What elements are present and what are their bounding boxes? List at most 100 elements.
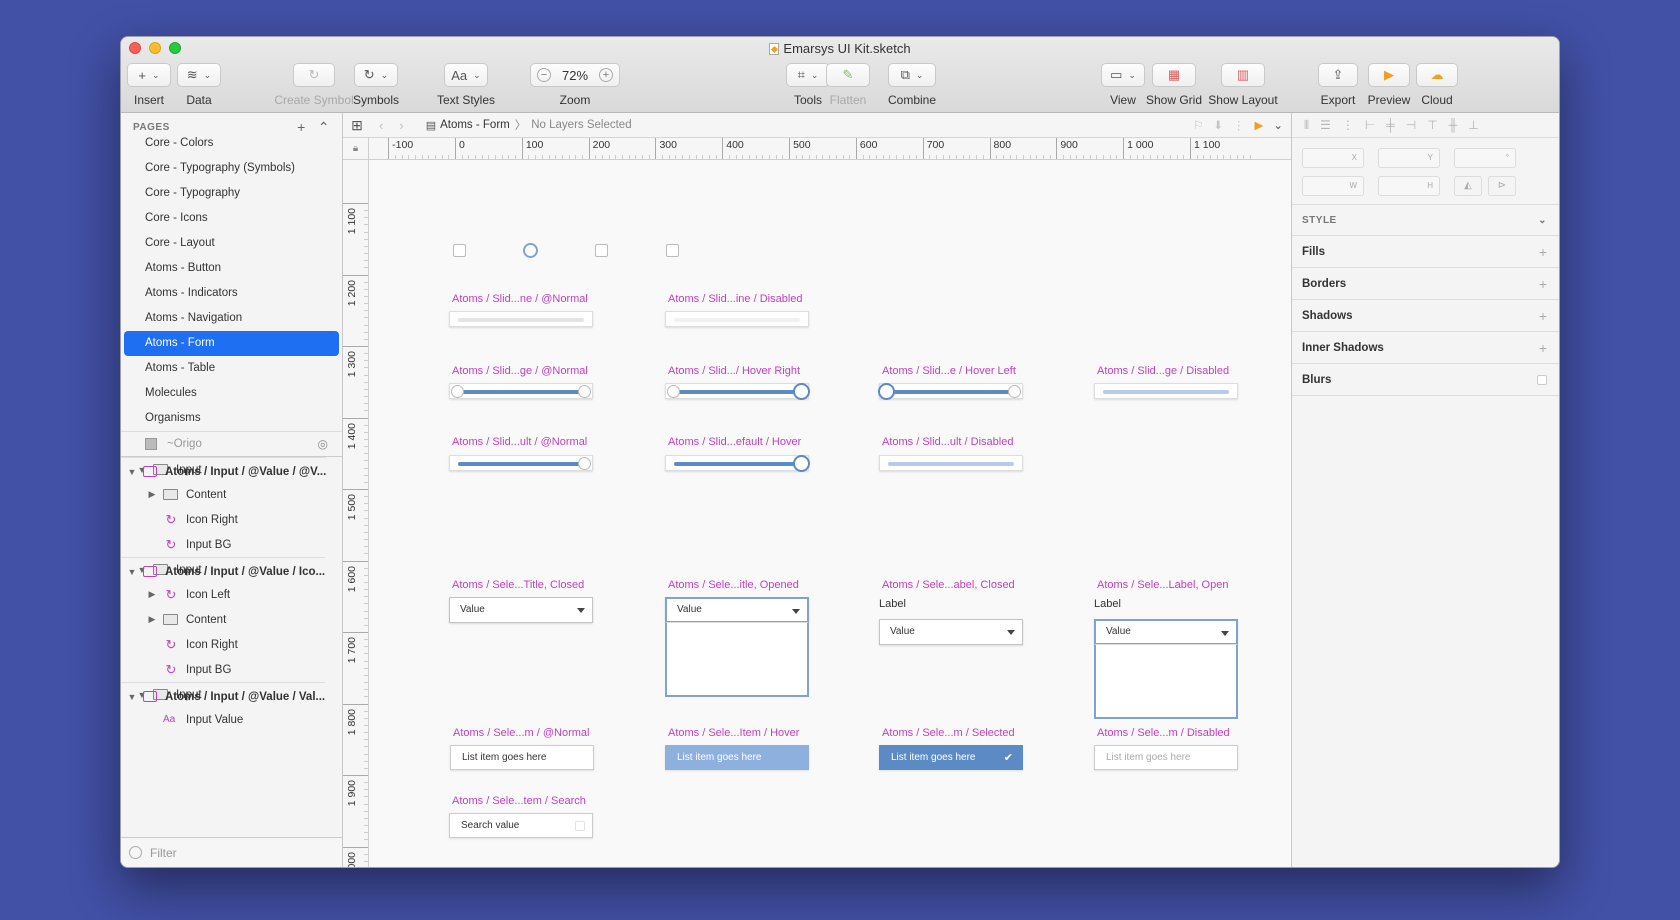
cloud-button[interactable]: ☁ xyxy=(1416,63,1458,87)
align-top-icon[interactable]: ⊤ xyxy=(1427,118,1437,132)
select-options-panel[interactable] xyxy=(665,622,809,697)
artboard-label[interactable]: Atoms / Slid...ine / Disabled xyxy=(668,293,803,305)
inspector-section-blurs[interactable]: Blurs xyxy=(1292,364,1559,396)
slider-range-disabled[interactable] xyxy=(1094,383,1238,399)
layer-symbol[interactable]: ↻ Icon Right xyxy=(121,632,342,657)
toolbar-item-cloud[interactable]: ☁ Cloud xyxy=(1387,63,1487,107)
distribute-h-icon[interactable]: ⫴ xyxy=(1304,118,1309,133)
add-page-icon[interactable]: + xyxy=(297,119,306,136)
combine-button[interactable]: ⧉ ⌄ xyxy=(888,63,936,87)
inspector-section-shadows[interactable]: Shadows + xyxy=(1292,300,1559,332)
artboard-label[interactable]: Atoms / Slid...ult / Disabled xyxy=(882,436,1013,448)
slider-handle[interactable] xyxy=(578,457,591,470)
toolbar-item-combine[interactable]: ⧉ ⌄ Combine xyxy=(862,63,962,107)
slider-handle[interactable] xyxy=(793,455,810,472)
layer-artboard[interactable]: ▼ Atoms / Input / @Value / Val... xyxy=(121,682,326,710)
distribute-v-icon[interactable]: ☰ xyxy=(1320,118,1331,132)
vertical-ruler[interactable]: 1 100 1 200 1 300 1 400 1 500 1 600 1 700 1 800… xyxy=(343,160,369,867)
show-layout-button[interactable]: ▥ xyxy=(1221,63,1265,87)
disclosure-open-icon[interactable]: ▼ xyxy=(125,567,139,577)
canvas-grid-view-icon[interactable]: ⊞ xyxy=(343,117,371,134)
text-styles-button[interactable]: Aa ⌄ xyxy=(444,63,488,87)
disclosure-open-icon[interactable]: ▼ xyxy=(125,692,139,702)
inspector-section-fills[interactable]: Fills + xyxy=(1292,236,1559,268)
filter-bar[interactable]: Filter xyxy=(121,837,342,867)
layer-symbol[interactable]: ↻ Icon Right xyxy=(121,507,342,532)
toolbar-item-symbols[interactable]: ↻ ⌄ Symbols xyxy=(326,63,426,107)
flip-vertical-icon[interactable]: ⊳ xyxy=(1488,176,1516,196)
slider-default-normal[interactable] xyxy=(449,455,593,471)
width-field[interactable]: W xyxy=(1302,176,1364,196)
add-inner-shadows-icon[interactable]: + xyxy=(1539,340,1547,356)
select-dropdown[interactable]: Value xyxy=(1094,619,1238,645)
layer-text[interactable]: Aa Input Value xyxy=(121,707,342,732)
page-item-core-typography-symbols[interactable]: Core - Typography (Symbols) xyxy=(121,156,342,181)
disclosure-open-icon[interactable]: ▼ xyxy=(125,467,139,477)
rotation-field[interactable]: ° xyxy=(1454,148,1516,168)
list-item-disabled[interactable]: List item goes here xyxy=(1094,745,1238,770)
eye-hidden-icon[interactable]: ◎ xyxy=(318,437,328,451)
select-dropdown[interactable]: Value xyxy=(879,619,1023,645)
layer-folder[interactable]: ▶ Content xyxy=(121,482,342,507)
layer-symbol[interactable]: ▶ ↻ Icon Left xyxy=(121,582,342,607)
canvas-area[interactable]: ⊞ ‹ › ▤ Atoms - Form 〉 No Layers Selecte… xyxy=(343,113,1291,867)
more-icon[interactable]: ⋮ xyxy=(1233,118,1245,132)
toolbar-item-text-styles[interactable]: Aa ⌄ Text Styles xyxy=(416,63,516,107)
artboard-label[interactable]: Atoms / Sele...itle, Opened xyxy=(668,579,799,591)
zoom-out-icon[interactable]: − xyxy=(537,68,551,82)
align-bottom-icon[interactable]: ⊥ xyxy=(1468,118,1478,132)
artboard-label[interactable]: Atoms / Slid...efault / Hover xyxy=(668,436,801,448)
artboard-label[interactable]: Atoms / Sele...Title, Closed xyxy=(452,579,584,591)
ruler-lock-icon[interactable]: 🔒︎ xyxy=(343,138,369,160)
slider-handle-left[interactable] xyxy=(667,385,680,398)
slider-handle-left[interactable] xyxy=(878,383,895,400)
align-right-icon[interactable]: ⊣ xyxy=(1406,118,1416,132)
layer-artboard[interactable]: ▼ Atoms / Input / @Value / Ico... xyxy=(121,557,326,585)
artboard-label[interactable]: Atoms / Slid...e / Hover Left xyxy=(882,365,1016,377)
nav-back-icon[interactable]: ‹ xyxy=(379,118,383,133)
artboard-label[interactable]: Atoms / Sele...Label, Open xyxy=(1097,579,1228,591)
data-button[interactable]: ≋ ⌄ xyxy=(177,63,221,87)
slider-handle-right[interactable] xyxy=(578,385,591,398)
page-item-atoms-navigation[interactable]: Atoms - Navigation xyxy=(121,306,342,331)
flip-horizontal-icon[interactable]: ◭ xyxy=(1454,176,1482,196)
page-item-atoms-indicators[interactable]: Atoms - Indicators xyxy=(121,281,342,306)
select-dropdown[interactable]: Value xyxy=(449,597,593,623)
x-position-field[interactable]: X xyxy=(1302,148,1364,168)
height-field[interactable]: H xyxy=(1378,176,1440,196)
zoom-button[interactable]: −72% + xyxy=(530,63,620,87)
horizontal-ruler[interactable]: -100 0 100 200 300 400 500 600 700 800 900 1 000 1 1… xyxy=(369,138,1291,160)
slider-range-normal[interactable] xyxy=(449,383,593,399)
breadcrumb-page[interactable]: Atoms - Form xyxy=(440,119,510,131)
nav-forward-icon[interactable]: › xyxy=(399,118,403,133)
page-item-organisms[interactable]: Organisms xyxy=(121,406,342,431)
radio-control[interactable] xyxy=(523,243,538,258)
blur-toggle-checkbox[interactable] xyxy=(1537,374,1547,385)
slider-handle-right[interactable] xyxy=(793,383,810,400)
toolbar-item-data[interactable]: ≋ ⌄ Data xyxy=(149,63,249,107)
disclosure-closed-icon[interactable]: ▶ xyxy=(145,489,159,500)
checkbox-control[interactable] xyxy=(453,244,466,257)
page-item-atoms-button[interactable]: Atoms - Button xyxy=(121,256,342,281)
checkbox-control[interactable] xyxy=(595,244,608,257)
page-item-atoms-form[interactable]: Atoms - Form xyxy=(124,331,339,356)
toolbar-item-zoom[interactable]: −72% + Zoom xyxy=(525,63,625,107)
collapse-pages-icon[interactable]: ⌃ xyxy=(318,119,330,136)
artboard-label[interactable]: Atoms / Slid...ge / @Normal xyxy=(452,365,588,377)
page-item-core-icons[interactable]: Core - Icons xyxy=(121,206,342,231)
artboard-label[interactable]: Atoms / Slid.../ Hover Right xyxy=(668,365,800,377)
align-middle-icon[interactable]: ╫ xyxy=(1449,118,1458,132)
page-item-molecules[interactable]: Molecules xyxy=(121,381,342,406)
list-item-normal[interactable]: List item goes here xyxy=(450,745,594,770)
layer-artboard[interactable]: ▼ Atoms / Input / @Value / @V... xyxy=(121,457,327,485)
artboard-label[interactable]: Atoms / Sele...m / @Normal xyxy=(453,727,589,739)
artboard-label[interactable]: Atoms / Slid...ne / @Normal xyxy=(452,293,588,305)
artboard-label[interactable]: Atoms / Slid...ge / Disabled xyxy=(1097,365,1229,377)
page-item-core-typography[interactable]: Core - Typography xyxy=(121,181,342,206)
inspector-section-inner-shadows[interactable]: Inner Shadows + xyxy=(1292,332,1559,364)
disclosure-closed-icon[interactable]: ▶ xyxy=(145,589,159,600)
style-header[interactable]: STYLE ⌄ xyxy=(1292,204,1559,236)
artboard-label[interactable]: Atoms / Sele...tem / Search xyxy=(452,795,586,807)
chevron-down-icon[interactable]: ⌄ xyxy=(1538,215,1547,226)
add-borders-icon[interactable]: + xyxy=(1539,276,1547,292)
